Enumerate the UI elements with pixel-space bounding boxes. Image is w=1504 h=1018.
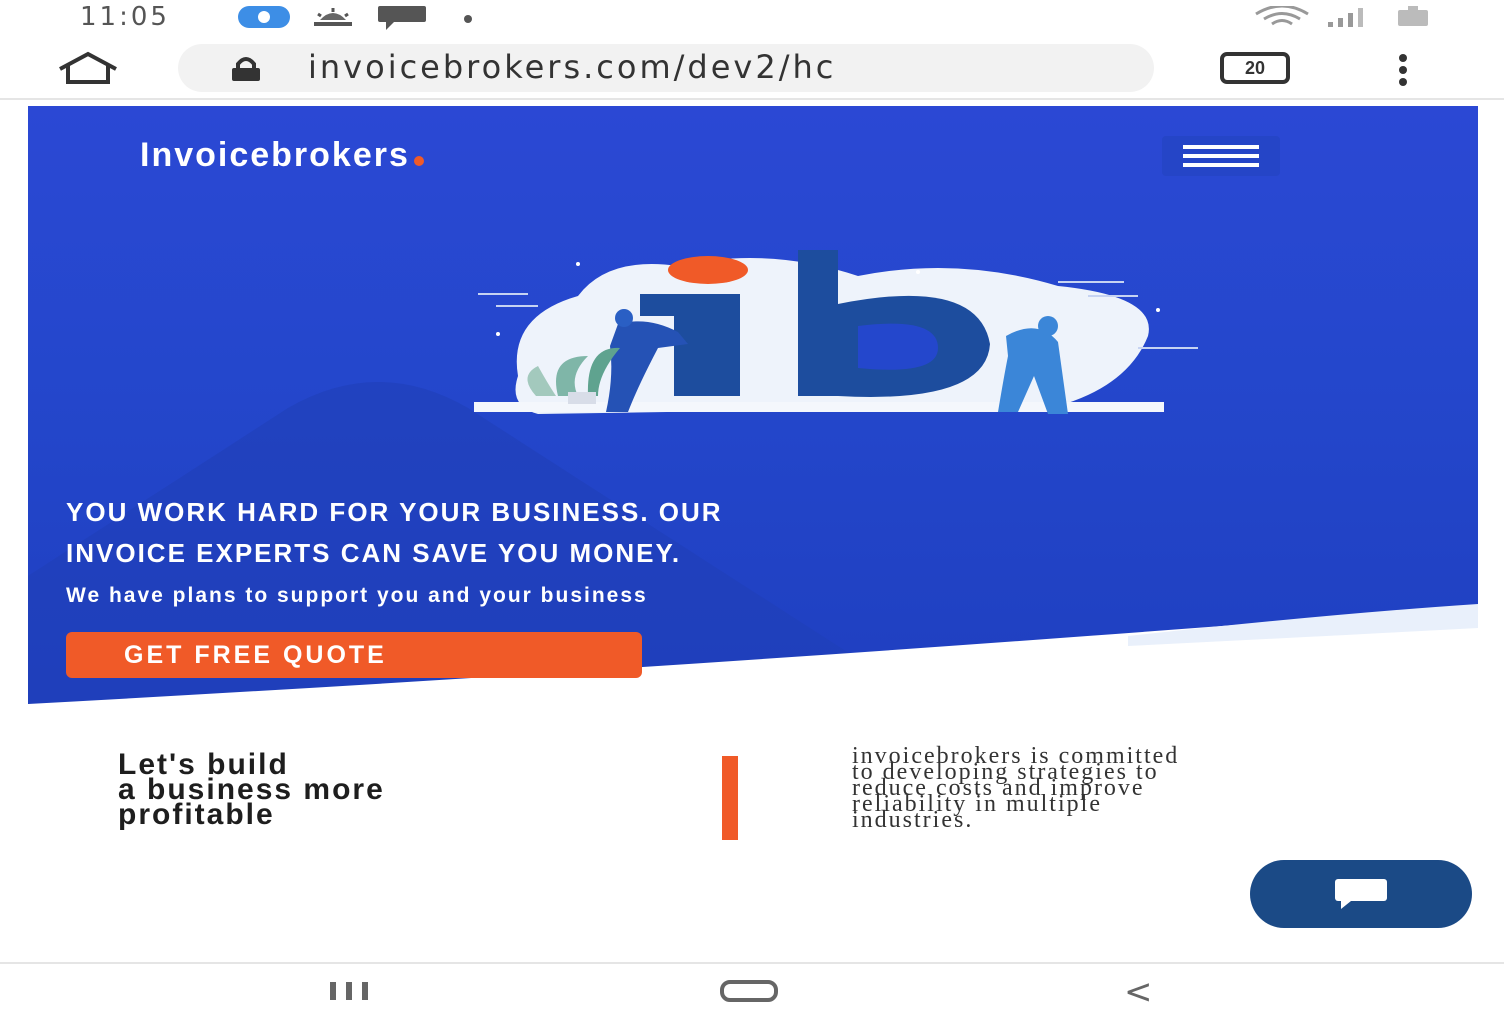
hamburger-menu-button[interactable] <box>1162 136 1280 176</box>
brand-name: Invoicebrokers <box>140 136 410 174</box>
dot-icon <box>462 12 474 30</box>
browser-menu-button[interactable] <box>1388 50 1418 90</box>
commitment-line: industries. <box>852 807 974 833</box>
system-home-button[interactable] <box>720 980 778 1002</box>
recents-bar-icon <box>362 982 368 1000</box>
status-time: 11:05 <box>80 2 170 32</box>
live-chat-button[interactable] <box>1250 860 1472 928</box>
recent-apps-button[interactable] <box>330 982 368 1000</box>
ib-hero-illustration <box>474 250 1198 414</box>
brand-dot <box>413 156 424 166</box>
tagline-heading: Let's build a business more profitable <box>118 750 658 831</box>
hero-headline-line: INVOICE EXPERTS CAN SAVE YOU MONEY. <box>66 538 682 568</box>
weather-icon <box>310 6 356 33</box>
messenger-icon <box>238 6 290 33</box>
hamburger-line-icon <box>1183 163 1259 167</box>
hero-headline-line: YOU WORK HARD FOR YOUR BUSINESS. OUR <box>66 497 723 527</box>
battery-icon <box>1396 6 1430 33</box>
back-button[interactable]: < <box>1124 972 1153 1012</box>
system-navigation-bar: < <box>0 962 1504 1018</box>
tagline-line: profitable <box>118 798 275 831</box>
menu-dot-icon <box>1399 78 1407 86</box>
accent-divider <box>722 756 738 840</box>
hero-section: Invoicebrokers YOU WORK HARD FOR YOUR BU… <box>28 106 1478 704</box>
wifi-icon <box>1252 4 1312 33</box>
status-bar: 11:05 <box>0 0 1504 36</box>
browser-home-button[interactable] <box>52 50 124 86</box>
get-free-quote-button[interactable]: GET FREE QUOTE <box>66 632 642 678</box>
home-icon <box>59 51 117 84</box>
chat-bubble-icon <box>1335 879 1387 909</box>
menu-dot-icon <box>1399 54 1407 62</box>
back-chevron-icon: < <box>1124 972 1153 1012</box>
recents-bar-icon <box>346 982 352 1000</box>
hero-subline: We have plans to support you and your bu… <box>66 584 648 607</box>
url-text: invoicebrokers.com/dev2/hc <box>308 48 837 86</box>
menu-dot-icon <box>1399 66 1407 74</box>
recents-bar-icon <box>330 982 336 1000</box>
hamburger-line-icon <box>1183 154 1259 158</box>
chat-notification-icon <box>378 6 428 35</box>
signal-icon <box>1326 6 1370 33</box>
brand-logo[interactable]: Invoicebrokers <box>140 136 424 175</box>
browser-toolbar: invoicebrokers.com/dev2/hc 20 <box>0 36 1504 100</box>
tab-switcher-button[interactable]: 20 <box>1220 52 1290 84</box>
address-bar[interactable]: invoicebrokers.com/dev2/hc <box>178 44 1154 92</box>
hero-headline: YOU WORK HARD FOR YOUR BUSINESS. OUR INV… <box>66 492 1326 574</box>
hamburger-line-icon <box>1183 145 1259 149</box>
lock-icon <box>226 56 266 87</box>
commitment-text: invoicebrokers is committed to developin… <box>852 744 1452 833</box>
